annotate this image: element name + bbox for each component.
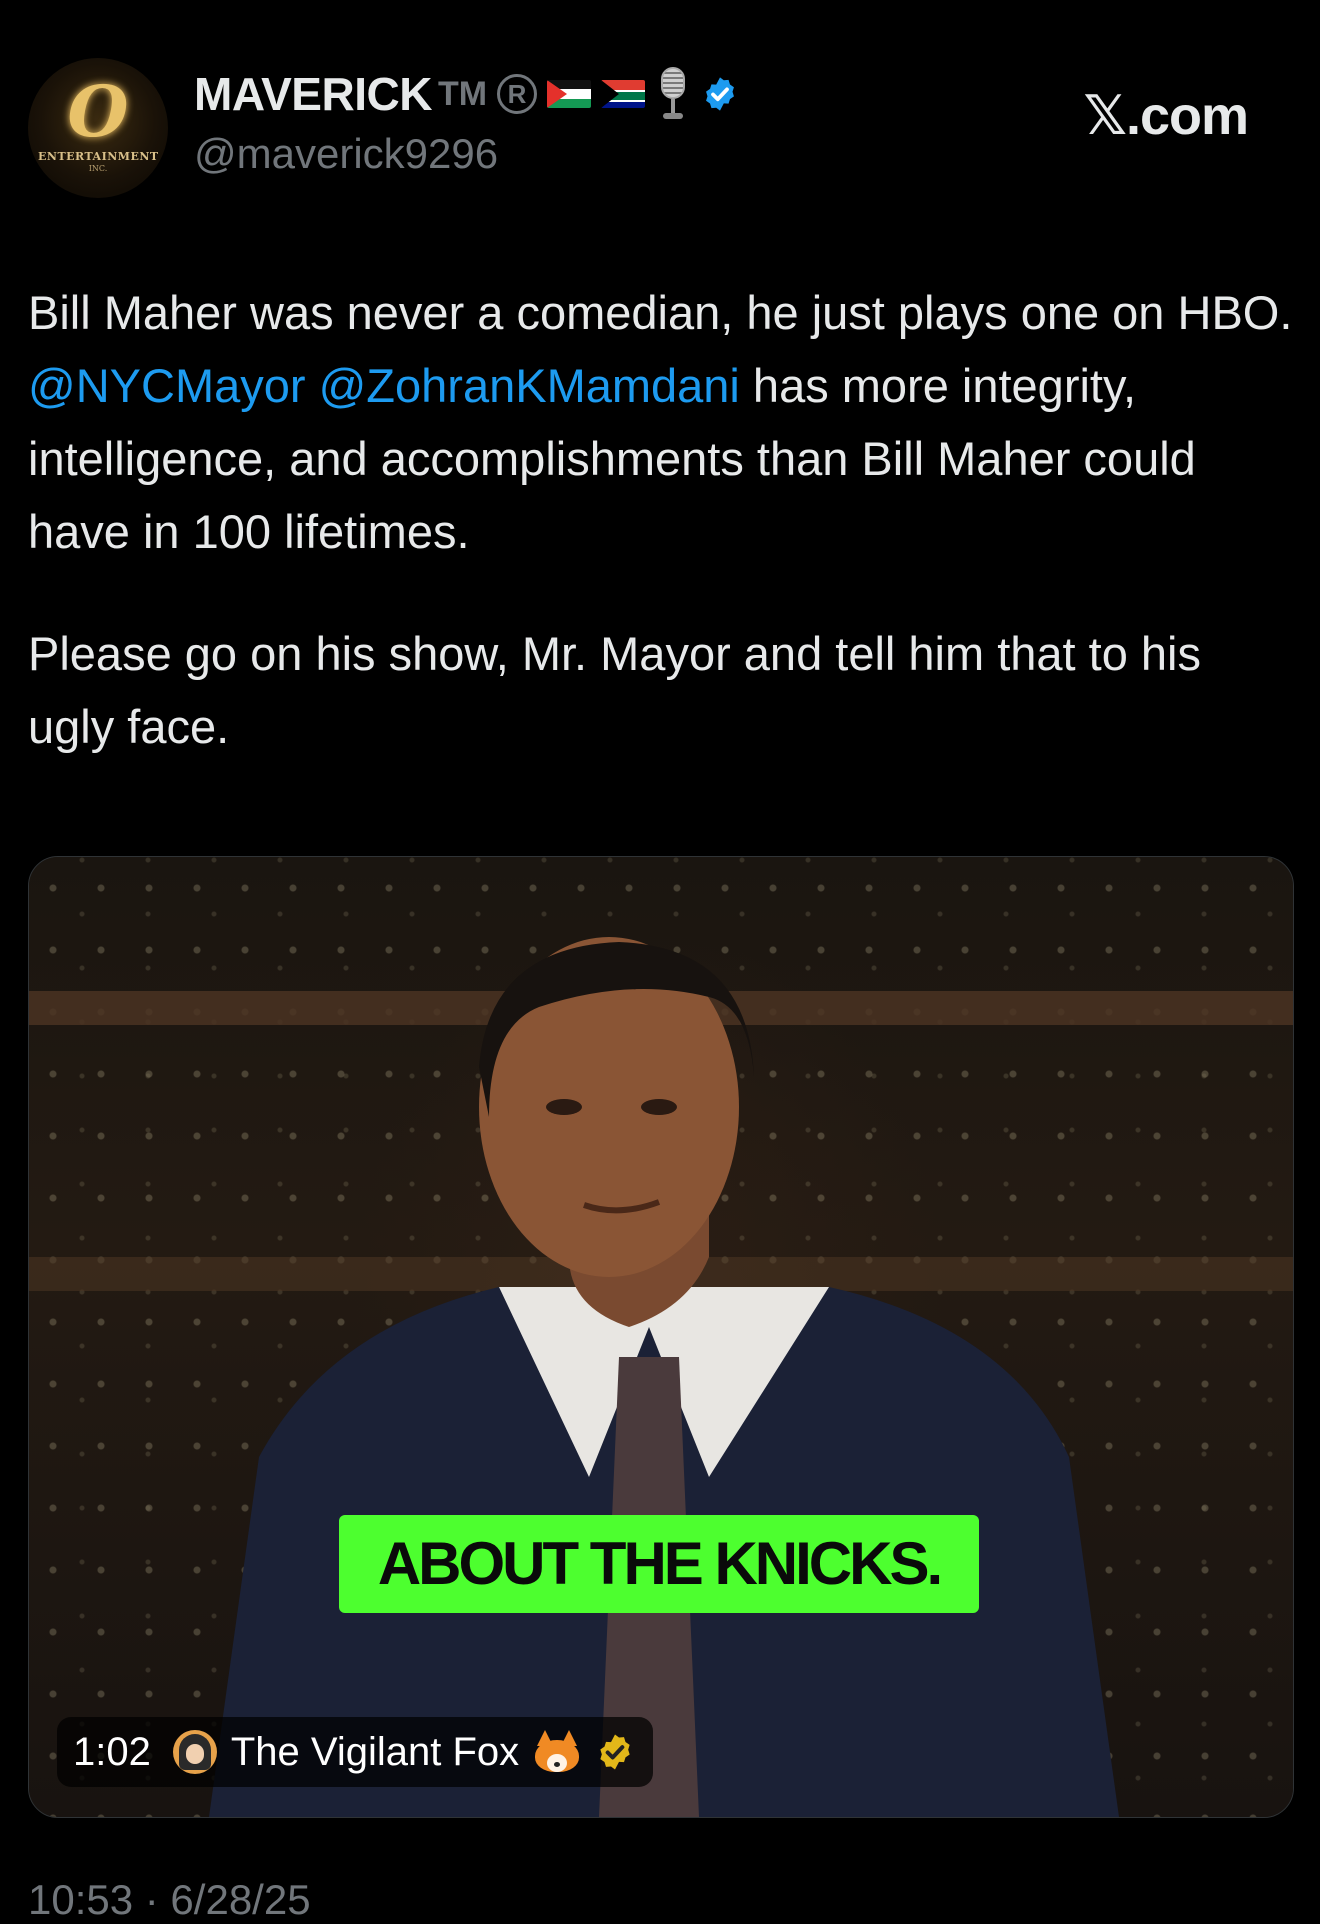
name-row: MAVERICK TM R bbox=[194, 64, 739, 124]
mention-link[interactable]: @ZohranKMamdani bbox=[319, 359, 740, 412]
south-africa-flag-icon bbox=[601, 80, 646, 108]
logo-subtext: INC. bbox=[88, 164, 108, 173]
display-name[interactable]: MAVERICK bbox=[194, 67, 432, 121]
video-duration: 1:02 bbox=[73, 1729, 151, 1774]
tweet-header: O ENTERTAINMENT INC. MAVERICK TM R @mave… bbox=[28, 58, 1292, 198]
video-source-name[interactable]: The Vigilant Fox bbox=[231, 1730, 519, 1775]
microphone-icon bbox=[655, 67, 691, 121]
tweet-text: Bill Maher was never a comedian, he just… bbox=[28, 276, 1298, 763]
video-player[interactable]: ABOUT THE KNICKS. 1:02 The Vigilant Fox bbox=[28, 856, 1294, 1818]
video-frame-person bbox=[209, 937, 1119, 1817]
tweet-text-part: Bill Maher was never a comedian, he just… bbox=[28, 286, 1293, 339]
logo-letter: O bbox=[67, 70, 129, 153]
video-meta-bar[interactable]: 1:02 The Vigilant Fox bbox=[57, 1717, 654, 1787]
fox-icon bbox=[533, 1730, 581, 1774]
logo-text: ENTERTAINMENT bbox=[38, 150, 159, 163]
mention-link[interactable]: @NYCMayor bbox=[28, 359, 306, 412]
source-avatar-icon bbox=[172, 1730, 217, 1774]
trademark-symbol: TM bbox=[437, 74, 488, 113]
verified-badge-icon[interactable] bbox=[701, 75, 739, 113]
avatar[interactable]: O ENTERTAINMENT INC. bbox=[28, 58, 168, 198]
registered-symbol: R bbox=[497, 74, 538, 114]
palestine-flag-icon bbox=[547, 80, 592, 108]
tweet-paragraph-2: Please go on his show, Mr. Mayor and tel… bbox=[28, 627, 1201, 753]
tweet-timestamp[interactable]: 10:53 · 6/28/25 bbox=[28, 1876, 311, 1924]
tweet-paragraph-1: Bill Maher was never a comedian, he just… bbox=[28, 276, 1298, 568]
site-label: 𝕏.com bbox=[1083, 86, 1249, 146]
gold-verified-icon bbox=[600, 1734, 630, 1770]
user-handle[interactable]: @maverick9296 bbox=[194, 130, 498, 178]
video-caption: ABOUT THE KNICKS. bbox=[339, 1515, 979, 1613]
